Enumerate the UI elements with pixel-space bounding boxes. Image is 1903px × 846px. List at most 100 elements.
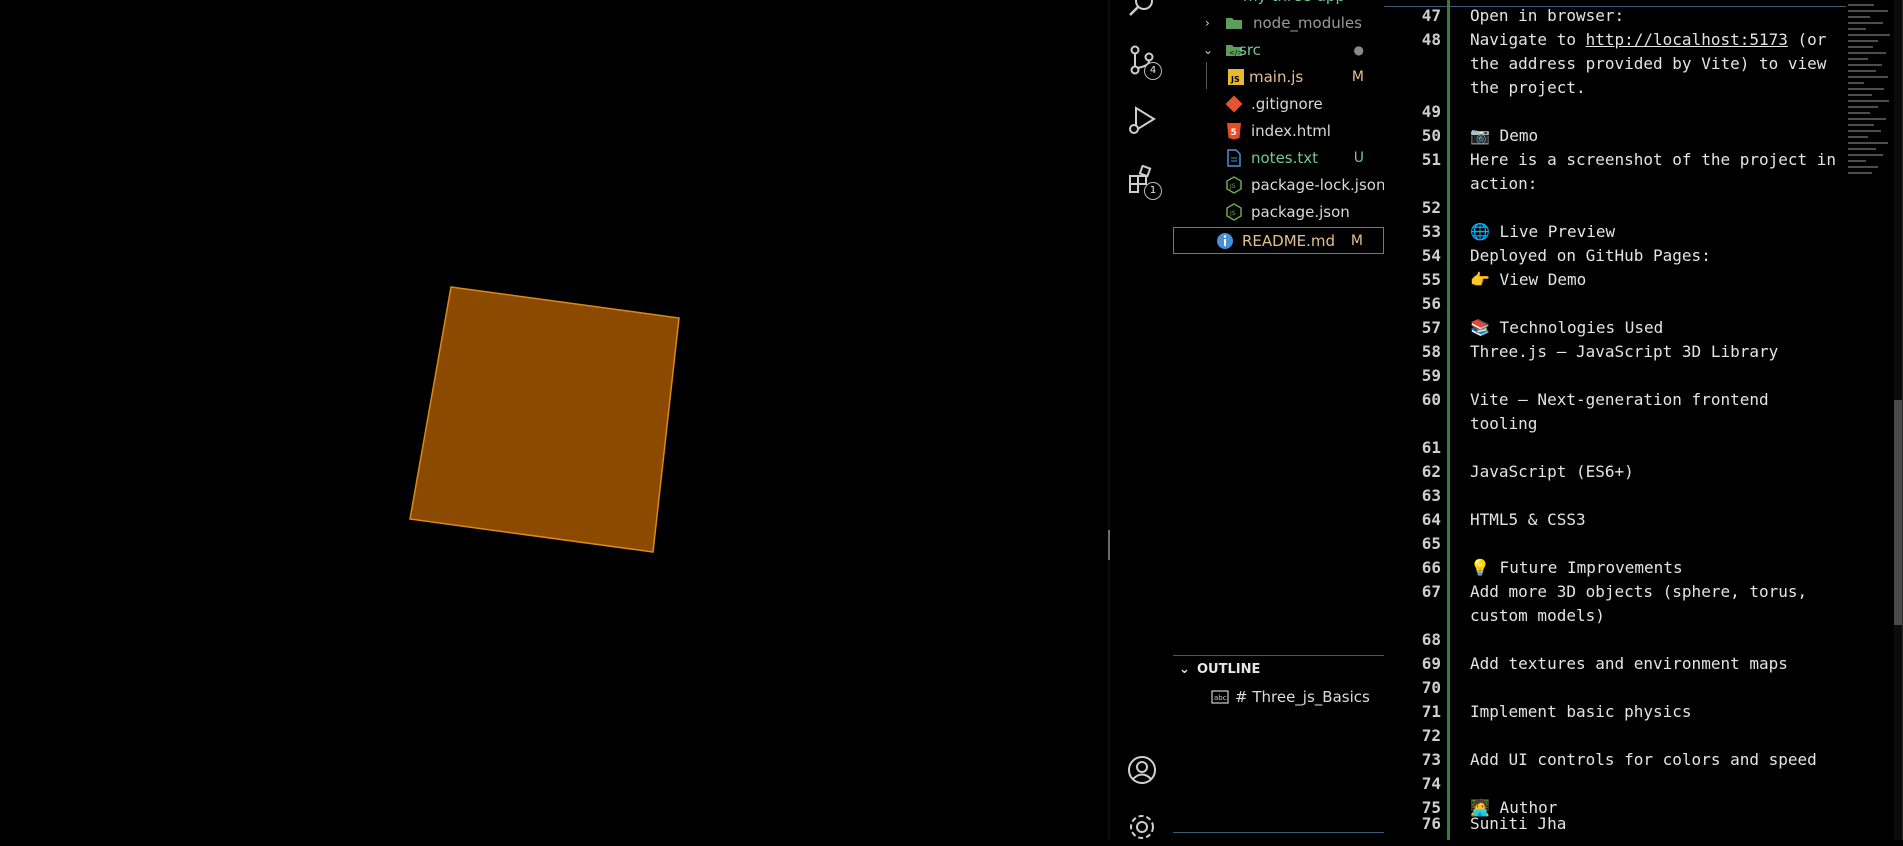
nodejs-icon: JS [1226, 203, 1242, 221]
account-icon[interactable] [1127, 755, 1157, 785]
rotating-cube [409, 286, 680, 553]
line-number: 57 [1421, 318, 1441, 337]
run-debug-icon[interactable] [1127, 105, 1157, 135]
outline-section-header[interactable]: ⌄ OUTLINE [1173, 658, 1384, 682]
line-number: 70 [1421, 678, 1441, 697]
tree-item-gitignore[interactable]: .gitignore [1173, 91, 1384, 118]
line-text: Navigate to http://localhost:5173 (or th… [1470, 28, 1840, 100]
line-text: Open in browser: [1470, 6, 1625, 25]
tree-item-main-js[interactable]: JS main.js M [1173, 64, 1384, 91]
line-number: 59 [1421, 366, 1441, 385]
line-number: 65 [1421, 534, 1441, 553]
modified-badge: M [1350, 233, 1363, 249]
outline-title: OUTLINE [1197, 662, 1261, 677]
tree-item-package-json[interactable]: JS package.json [1173, 199, 1384, 226]
line-number: 62 [1421, 462, 1441, 481]
tree-item-label: .gitignore [1251, 95, 1323, 113]
outline-item[interactable]: abc # Three_js_Basics [1173, 684, 1384, 710]
chevron-down-icon: ⌄ [1203, 43, 1214, 57]
outline-separator [1173, 655, 1384, 656]
tree-root-folder[interactable]: my-three-app [1173, 0, 1384, 10]
tree-item-src[interactable]: ⌄ </> src ● [1173, 37, 1384, 64]
line-text: 🌐 Live Preview [1470, 222, 1616, 241]
line-text: Suniti Jha [1470, 814, 1567, 833]
untracked-badge: U [1353, 150, 1364, 166]
threejs-canvas[interactable] [0, 0, 1108, 840]
line-text: Add more 3D objects (sphere, torus, cust… [1470, 582, 1817, 625]
line-number: 48 [1421, 30, 1441, 49]
tree-item-index-html[interactable]: 5 index.html [1173, 118, 1384, 145]
svg-text:abc: abc [1214, 694, 1227, 702]
line-text: Implement basic physics [1470, 702, 1692, 721]
text-file-icon [1227, 149, 1241, 167]
line-text: Add UI controls for colors and speed [1470, 750, 1817, 769]
tree-item-label: index.html [1251, 122, 1331, 140]
tree-item-label: src [1239, 41, 1261, 59]
line-number: 49 [1421, 102, 1441, 121]
line-number: 68 [1421, 630, 1441, 649]
line-text: JavaScript (ES6+) [1470, 462, 1634, 481]
info-icon [1217, 233, 1233, 249]
line-number: 73 [1421, 750, 1441, 769]
extensions-icon[interactable]: 1 [1127, 164, 1162, 200]
extensions-badge: 1 [1144, 182, 1162, 200]
line-number: 74 [1421, 774, 1441, 793]
line-number: 61 [1421, 438, 1441, 457]
html5-icon: 5 [1227, 123, 1241, 140]
folder-icon [1226, 18, 1242, 29]
line-number: 58 [1421, 342, 1441, 361]
tree-item-notes-txt[interactable]: notes.txt U [1173, 145, 1384, 172]
javascript-file-icon: JS [1228, 69, 1244, 85]
timeline-separator [1173, 832, 1384, 833]
line-number: 76 [1421, 814, 1441, 833]
chevron-down-icon: ⌄ [1179, 662, 1190, 677]
line-number: 71 [1421, 702, 1441, 721]
svg-text:5: 5 [1231, 128, 1237, 138]
line-text: Here is a screenshot of the project in a… [1470, 150, 1846, 193]
line-number: 51 [1421, 150, 1441, 169]
line-text: Vite – Next-generation frontend tooling [1470, 390, 1779, 433]
chevron-right-icon: › [1205, 16, 1210, 30]
line-number: 50 [1421, 126, 1441, 145]
line-text: 📚 Technologies Used [1470, 318, 1664, 337]
scene-svg [409, 286, 680, 553]
line-number: 56 [1421, 294, 1441, 313]
line-text-pre: Navigate to [1470, 30, 1586, 49]
tree-item-label: README.md [1242, 232, 1336, 250]
settings-gear-icon[interactable] [1127, 812, 1157, 842]
line-number: 66 [1421, 558, 1441, 577]
svg-text:JS: JS [1229, 210, 1236, 217]
localhost-link[interactable]: http://localhost:5173 [1586, 30, 1788, 49]
source-control-icon[interactable]: 4 [1127, 45, 1162, 80]
line-number: 63 [1421, 486, 1441, 505]
string-symbol-icon: abc [1211, 690, 1229, 704]
line-number: 54 [1421, 246, 1441, 265]
outline-item-label: # Three_js_Basics [1235, 688, 1370, 706]
line-number: 52 [1421, 198, 1441, 217]
line-number: 67 [1421, 582, 1441, 601]
line-number: 69 [1421, 654, 1441, 673]
line-text: Add textures and environment maps [1470, 654, 1788, 673]
line-number: 72 [1421, 726, 1441, 745]
search-icon[interactable] [1127, 0, 1157, 22]
source-control-badge: 4 [1144, 62, 1162, 80]
line-number: 53 [1421, 222, 1441, 241]
tree-item-package-lock-json[interactable]: JS package-lock.json [1173, 172, 1386, 199]
explorer-sidebar: my-three-app › node_modules ⌄ </> src ● … [1173, 0, 1385, 840]
tree-item-readme-md[interactable]: README.md M [1173, 227, 1384, 254]
line-text: 📷 Demo [1470, 126, 1539, 145]
line-text: Three.js – JavaScript 3D Library [1470, 342, 1779, 361]
tree-item-node-modules[interactable]: › node_modules [1173, 10, 1384, 37]
line-number: 64 [1421, 510, 1441, 529]
nodejs-icon: JS [1226, 176, 1242, 194]
line-number: 47 [1421, 6, 1441, 25]
git-added-gutter [1447, 0, 1450, 840]
tree-item-label: main.js [1249, 68, 1304, 86]
line-number: 55 [1421, 270, 1441, 289]
root-folder-label: my-three-app [1243, 0, 1345, 10]
line-text: Deployed on GitHub Pages: [1470, 246, 1711, 265]
editor-pane[interactable]: 47 Open in browser: 48 Navigate to http://… [1384, 0, 1903, 840]
line-text: 💡 Future Improvements [1470, 558, 1683, 577]
tree-item-label: package-lock.json [1251, 176, 1386, 194]
line-number: 60 [1421, 390, 1441, 409]
